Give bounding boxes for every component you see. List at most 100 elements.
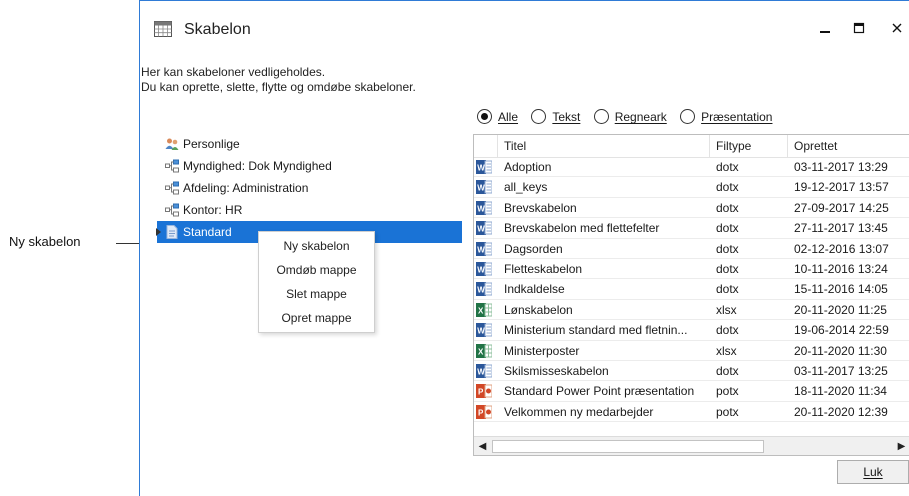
cell-created: 18-11-2020 11:34 [794, 384, 887, 399]
calendar-grid-icon [154, 21, 172, 37]
radio-unchecked-icon [680, 109, 696, 125]
cell-filetype: dotx [716, 363, 739, 378]
cell-created: 02-12-2016 13:07 [794, 241, 889, 256]
table-row[interactable]: W Skilsmisseskabelon dotx 03-11-2017 13:25 [474, 361, 909, 382]
table-body: W Adoption dotx 03-11-2017 13:29 Wall_keys do… [474, 157, 909, 423]
menu-item-new-template[interactable]: Ny skabelon [259, 234, 374, 258]
header-filtype[interactable]: Filtype [710, 135, 788, 157]
word-icon: W [476, 363, 492, 378]
cell-filetype: dotx [716, 282, 739, 297]
expand-arrow-icon[interactable] [156, 228, 161, 236]
menu-item-rename-folder[interactable]: Omdøb mappe [259, 258, 374, 282]
svg-text:W: W [477, 184, 485, 193]
close-icon [892, 23, 902, 33]
radio-checked-icon [477, 109, 492, 125]
radio-praesentation[interactable]: Præsentation [680, 109, 772, 125]
cell-created: 19-12-2017 13:57 [794, 180, 889, 195]
close-button[interactable]: Luk [837, 460, 909, 484]
cell-title: Ministerposter [504, 343, 580, 358]
cell-title: Ministerium standard med fletnin... [504, 323, 688, 338]
horizontal-scrollbar[interactable]: ◀ ▶ [474, 436, 909, 455]
maximize-button[interactable] [844, 13, 874, 43]
radio-unchecked-icon [531, 109, 547, 125]
svg-text:P: P [478, 408, 484, 417]
tree-item-personlige[interactable]: Personlige [157, 133, 462, 155]
people-icon [165, 138, 179, 150]
cell-created: 10-11-2016 13:24 [794, 261, 888, 276]
org-chart-icon [165, 181, 179, 195]
header-icon-column [474, 135, 498, 157]
cell-filetype: dotx [716, 221, 739, 236]
cell-title: Standard Power Point præsentation [504, 384, 695, 399]
table-row[interactable]: W Dagsorden dotx 02-12-2016 13:07 [474, 239, 909, 259]
table-row[interactable]: W Brevskabelon med flettefelter dotx 27-11-… [474, 218, 909, 239]
word-icon: W [476, 221, 492, 236]
table-row[interactable]: W Fletteskabelon dotx 10-11-2016 13:24 [474, 259, 909, 280]
radio-tekst[interactable]: Tekst [531, 109, 580, 125]
tree-item-label: Afdeling: Administration [183, 181, 309, 195]
word-icon: W [476, 180, 492, 195]
powerpoint-icon: P [476, 384, 492, 399]
word-icon: W [476, 200, 492, 215]
cell-created: 20-11-2020 11:30 [794, 343, 887, 358]
tree-item-kontor[interactable]: Kontor: HR [157, 199, 462, 221]
cell-created: 03-11-2017 13:25 [794, 363, 888, 378]
maximize-icon [853, 22, 865, 33]
cell-created: 15-11-2016 14:05 [794, 282, 888, 297]
tree-item-afdeling[interactable]: Afdeling: Administration [157, 177, 462, 199]
svg-text:W: W [477, 245, 485, 254]
scroll-thumb[interactable] [492, 440, 764, 453]
table-row[interactable]: X Ministerposter xlsx 20-11-2020 11:30 [474, 341, 909, 361]
menu-item-create-folder[interactable]: Opret mappe [259, 306, 374, 330]
header-oprettet[interactable]: Oprettet [788, 135, 909, 157]
cell-filetype: potx [716, 404, 739, 419]
header-titel[interactable]: Titel [498, 135, 710, 157]
powerpoint-icon: P [476, 404, 492, 419]
cell-title: Fletteskabelon [504, 261, 583, 276]
cell-title: Velkommen ny medarbejder [504, 404, 654, 419]
radio-alle[interactable]: Alle [477, 109, 518, 125]
cell-created: 03-11-2017 13:29 [794, 160, 888, 174]
cell-title: Indkaldelse [504, 282, 565, 297]
cell-filetype: dotx [716, 323, 739, 338]
table-row[interactable]: W Indkaldelse dotx 15-11-2016 14:05 [474, 279, 909, 300]
tree-item-label: Personlige [183, 137, 240, 151]
document-icon [166, 225, 178, 239]
cell-filetype: dotx [716, 241, 739, 256]
table-row[interactable]: P Velkommen ny medarbejder potx 20-11-2020 … [474, 402, 909, 423]
tree-item-myndighed[interactable]: Myndighed: Dok Myndighed [157, 155, 462, 177]
folder-tree: Personlige Myndighed: Dok Myndighed Afde… [156, 133, 462, 243]
table-row[interactable]: X Lønskabelon xlsx 20-11-2020 11:25 [474, 300, 909, 321]
cell-created: 27-11-2017 13:45 [794, 221, 888, 236]
excel-icon: X [476, 302, 492, 317]
scroll-left-icon[interactable]: ◀ [474, 437, 491, 455]
tree-item-label: Myndighed: Dok Myndighed [183, 159, 332, 173]
cell-title: Adoption [504, 160, 552, 174]
tree-item-label: Standard [183, 225, 232, 239]
minimize-button[interactable] [810, 13, 840, 43]
cell-filetype: xlsx [716, 302, 737, 317]
scroll-right-icon[interactable]: ▶ [893, 437, 909, 455]
word-icon: W [476, 160, 492, 174]
svg-text:X: X [478, 347, 484, 356]
table-row[interactable]: Wall_keys dotx 19-12-2017 13:57 [474, 177, 909, 198]
svg-text:W: W [477, 164, 485, 173]
cell-title: Brevskabelon [504, 200, 577, 215]
menu-item-delete-folder[interactable]: Slet mappe [259, 282, 374, 306]
org-chart-icon [165, 203, 179, 217]
radio-regneark[interactable]: Regneark [593, 109, 667, 125]
window-title: Skabelon [184, 21, 251, 38]
svg-text:P: P [478, 388, 484, 397]
description-line-1: Her kan skabeloner vedligeholdes. [141, 65, 326, 79]
cell-title: Dagsorden [504, 241, 563, 256]
svg-text:W: W [477, 327, 485, 336]
table-row[interactable]: P Standard Power Point præsentation potx 18… [474, 381, 909, 402]
cell-created: 20-11-2020 12:39 [794, 404, 888, 419]
table-row[interactable]: W Ministerium standard med fletnin... dotx… [474, 320, 909, 341]
word-icon: W [476, 261, 492, 276]
close-window-button[interactable] [882, 13, 909, 43]
filter-radio-group: Alle Tekst Regneark Præsentation [477, 109, 782, 127]
table-row[interactable]: W Brevskabelon dotx 27-09-2017 14:25 [474, 198, 909, 219]
svg-text:W: W [477, 265, 485, 274]
table-row[interactable]: W Adoption dotx 03-11-2017 13:29 [474, 157, 909, 178]
